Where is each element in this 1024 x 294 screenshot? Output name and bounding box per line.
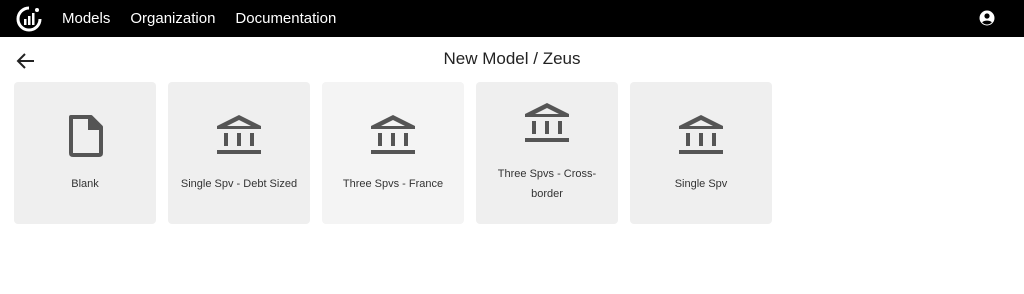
template-label: Single Spv - Debt Sized	[180, 178, 298, 190]
nav-organization[interactable]: Organization	[130, 10, 215, 27]
template-label: Blank	[71, 178, 99, 190]
account-circle-icon[interactable]	[978, 9, 996, 27]
top-navigation-bar: Models Organization Documentation	[0, 0, 1024, 37]
template-card-blank[interactable]: Blank	[14, 82, 156, 224]
template-list: Blank Single Spv - Debt Sized Three Spvs…	[0, 82, 1024, 224]
template-card-single-spv[interactable]: Single Spv	[630, 82, 772, 224]
template-label: Three Spvs - Cross-border	[497, 168, 597, 200]
page-header: New Model / Zeus	[0, 37, 1024, 81]
template-card-single-spv-debt-sized[interactable]: Single Spv - Debt Sized	[168, 82, 310, 224]
nav-models[interactable]: Models	[62, 10, 110, 27]
bank-icon	[215, 112, 263, 160]
template-card-three-spvs-cross-border[interactable]: Three Spvs - Cross-border	[476, 82, 618, 224]
file-icon	[61, 112, 109, 160]
page-title: New Model / Zeus	[443, 49, 581, 68]
template-card-three-spvs-france[interactable]: Three Spvs - France	[322, 82, 464, 224]
template-label: Single Spv	[674, 178, 728, 190]
analytics-logo-icon[interactable]	[16, 6, 42, 32]
bank-icon	[523, 100, 571, 148]
template-label: Three Spvs - France	[342, 178, 444, 190]
nav-documentation[interactable]: Documentation	[235, 10, 336, 27]
bank-icon	[677, 112, 725, 160]
bank-icon	[369, 112, 417, 160]
